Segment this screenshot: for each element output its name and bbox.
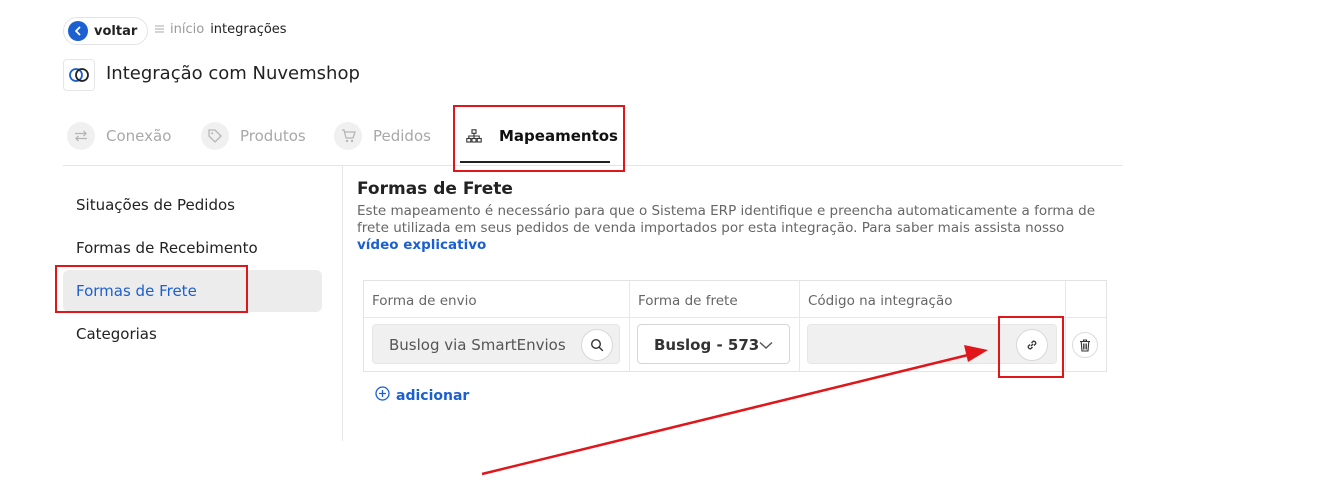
forma-frete-value: Buslog - 573 xyxy=(654,336,760,354)
forma-envio-value: Buslog via SmartEnvios xyxy=(389,336,566,354)
sidebar-item-situacoes-de-pedidos[interactable]: Situações de Pedidos xyxy=(76,196,235,214)
add-label: adicionar xyxy=(396,387,470,404)
page-title: Integração com Nuvemshop xyxy=(106,63,360,84)
annotation-box-link-button xyxy=(998,316,1064,378)
column-header-forma-frete: Forma de frete xyxy=(638,293,738,309)
menu-icon xyxy=(155,22,164,37)
column-divider xyxy=(629,281,630,371)
forma-frete-select[interactable]: Buslog - 573 xyxy=(637,324,790,364)
breadcrumb-home-link[interactable]: início xyxy=(170,22,204,37)
breadcrumb: início integrações xyxy=(155,22,287,37)
delete-row-button[interactable] xyxy=(1072,332,1098,358)
tab-label: Produtos xyxy=(240,127,306,145)
column-divider xyxy=(1065,281,1066,371)
column-header-codigo: Código na integração xyxy=(808,293,953,309)
breadcrumb-current[interactable]: integrações xyxy=(210,22,286,37)
sidebar-item-categorias[interactable]: Categorias xyxy=(76,325,157,343)
section-title: Formas de Frete xyxy=(357,179,513,199)
tag-icon xyxy=(201,122,229,150)
search-button[interactable] xyxy=(581,329,613,361)
search-icon xyxy=(590,338,604,352)
column-divider xyxy=(799,281,800,371)
tab-pedidos[interactable]: Pedidos xyxy=(334,121,431,151)
tab-label: Pedidos xyxy=(373,127,431,145)
tab-label: Conexão xyxy=(106,127,172,145)
column-header-forma-envio: Forma de envio xyxy=(372,293,477,309)
chevron-down-icon xyxy=(759,337,773,356)
annotation-box-tab xyxy=(453,105,625,172)
plus-circle-icon xyxy=(375,386,390,405)
sidebar-divider xyxy=(342,165,343,441)
mapping-table: Forma de envio Forma de frete Código na … xyxy=(363,280,1107,372)
back-button[interactable]: voltar xyxy=(63,17,149,45)
trash-icon xyxy=(1080,338,1090,352)
annotation-box-sidebar xyxy=(55,265,248,313)
nuvemshop-logo-icon xyxy=(63,59,95,91)
chevron-left-icon xyxy=(68,21,88,41)
add-row-button[interactable]: adicionar xyxy=(375,386,469,405)
tab-conexao[interactable]: Conexão xyxy=(67,121,171,151)
cart-icon xyxy=(334,122,362,150)
video-link[interactable]: vídeo explicativo xyxy=(357,237,486,253)
table-header-divider xyxy=(364,317,1106,318)
forma-envio-field: Buslog via SmartEnvios xyxy=(372,324,620,364)
arrows-swap-icon xyxy=(67,122,95,150)
tab-produtos[interactable]: Produtos xyxy=(201,121,306,151)
section-description: Este mapeamento é necessário para que o … xyxy=(357,203,1102,254)
sidebar-item-formas-de-recebimento[interactable]: Formas de Recebimento xyxy=(76,239,258,257)
description-text: Este mapeamento é necessário para que o … xyxy=(357,203,1096,236)
back-label: voltar xyxy=(94,23,138,39)
